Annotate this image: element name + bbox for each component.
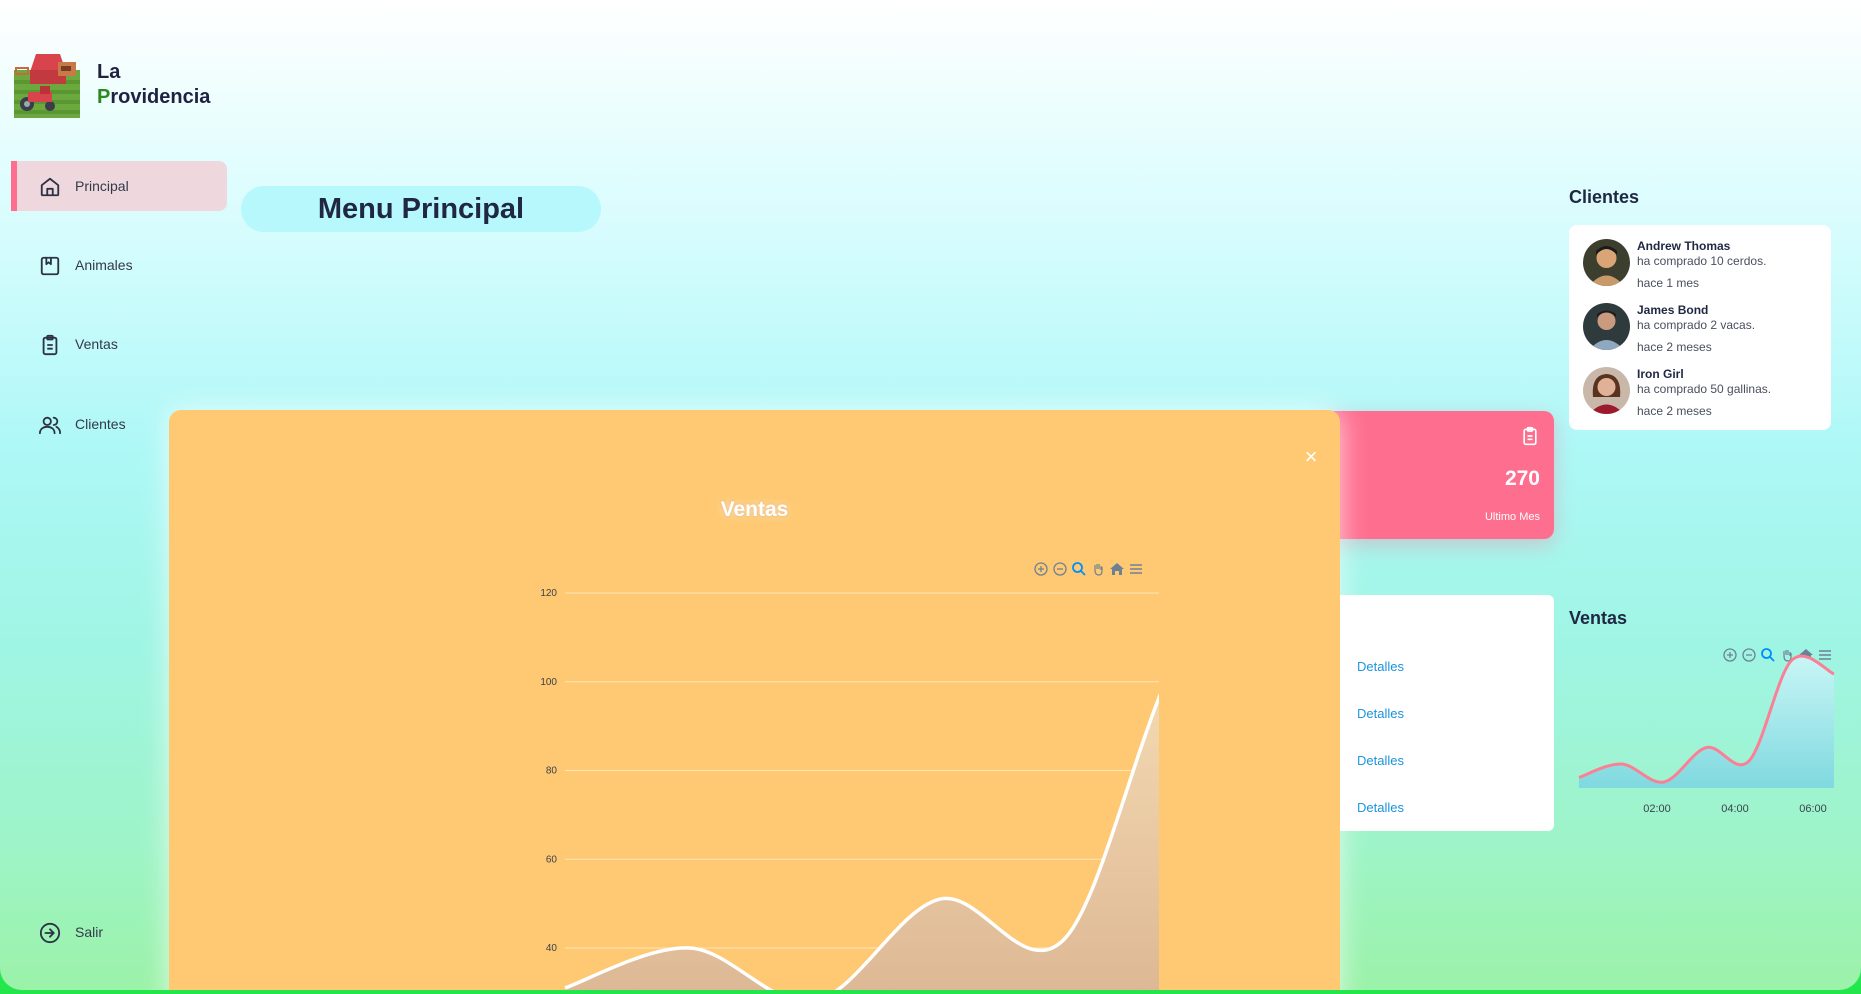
modal-title: Ventas bbox=[720, 498, 789, 521]
logout-label: Salir bbox=[75, 924, 104, 940]
sales-modal: × Ventas 40 60 80 100 120 bbox=[169, 410, 1340, 990]
details-link[interactable]: Detalles bbox=[1357, 706, 1404, 721]
client-item[interactable]: James Bond ha comprado 2 vacas. hace 2 m… bbox=[1583, 303, 1823, 359]
series-area bbox=[565, 697, 1159, 990]
sales-area-chart: 40 60 80 100 120 bbox=[540, 588, 1159, 990]
client-name: James Bond bbox=[1637, 303, 1709, 317]
brand-rest: rovidencia bbox=[110, 86, 211, 108]
avatar bbox=[1583, 367, 1630, 414]
details-link[interactable]: Detalles bbox=[1357, 800, 1404, 815]
client-item[interactable]: Andrew Thomas ha comprado 10 cerdos. hac… bbox=[1583, 239, 1823, 295]
details-link[interactable]: Detalles bbox=[1357, 753, 1404, 768]
sidebar-item-label: Animales bbox=[75, 257, 133, 273]
mini-series-area bbox=[1579, 656, 1834, 788]
sidebar-item-label: Ventas bbox=[75, 336, 118, 352]
client-name: Iron Girl bbox=[1637, 367, 1684, 381]
bookmark-box-icon bbox=[40, 256, 60, 276]
home-icon bbox=[40, 177, 60, 197]
x-tick-label: 02:00 bbox=[1643, 803, 1671, 815]
x-tick-label: 04:00 bbox=[1721, 803, 1749, 815]
brand-initial: P bbox=[97, 86, 111, 108]
grid-lines bbox=[565, 592, 1159, 949]
close-icon[interactable]: × bbox=[1303, 446, 1319, 468]
mini-sales-heading: Ventas bbox=[1569, 608, 1628, 628]
clipboard-icon bbox=[1523, 426, 1537, 446]
client-time: hace 1 mes bbox=[1637, 276, 1700, 290]
client-activity: ha comprado 50 gallinas. bbox=[1637, 382, 1772, 396]
client-activity: ha comprado 10 cerdos. bbox=[1637, 254, 1767, 268]
page-title: Menu Principal bbox=[317, 193, 525, 225]
brand-line2: Providencia bbox=[97, 85, 210, 110]
brand-line1: La bbox=[97, 61, 121, 83]
sidebar-item-animales[interactable]: Animales bbox=[11, 240, 227, 290]
clients-heading: Clientes bbox=[1569, 187, 1640, 207]
logout-icon bbox=[39, 922, 61, 944]
client-time: hace 2 meses bbox=[1637, 404, 1712, 418]
y-tick-label: 40 bbox=[546, 943, 558, 954]
avatar bbox=[1583, 303, 1630, 350]
y-axis-labels: 40 60 80 100 120 bbox=[540, 588, 557, 954]
client-name: Andrew Thomas bbox=[1637, 239, 1731, 253]
y-tick-label: 60 bbox=[546, 854, 558, 865]
brand-name: La Providencia bbox=[97, 60, 210, 110]
users-icon bbox=[39, 416, 61, 435]
orders-card: Detalles Detalles Detalles Detalles bbox=[1320, 595, 1554, 831]
farm-logo bbox=[14, 54, 80, 118]
y-tick-label: 80 bbox=[546, 766, 558, 777]
clients-card: Andrew Thomas ha comprado 10 cerdos. hac… bbox=[1569, 225, 1831, 430]
avatar bbox=[1583, 239, 1630, 286]
client-activity: ha comprado 2 vacas. bbox=[1637, 318, 1756, 332]
client-time: hace 2 meses bbox=[1637, 340, 1712, 354]
y-tick-label: 120 bbox=[540, 588, 557, 599]
details-link[interactable]: Detalles bbox=[1357, 659, 1404, 674]
sidebar-item-ventas[interactable]: Ventas bbox=[11, 319, 227, 369]
mini-sales-chart: 02:00 04:00 06:00 bbox=[1578, 654, 1835, 815]
clipboard-icon bbox=[42, 334, 58, 356]
x-tick-label: 06:00 bbox=[1799, 803, 1827, 815]
sidebar-item-principal[interactable]: Principal bbox=[11, 161, 227, 211]
stat-value: 270 bbox=[1504, 467, 1540, 490]
stat-label: Ultimo Mes bbox=[1484, 511, 1540, 523]
sidebar-item-label: Principal bbox=[75, 178, 129, 194]
app-window: La Providencia Principal Animales Ventas… bbox=[0, 0, 1861, 990]
y-tick-label: 100 bbox=[540, 677, 557, 688]
sales-stat-card: 270 Ultimo Mes bbox=[1320, 411, 1554, 539]
sidebar-item-label: Clientes bbox=[75, 416, 126, 432]
client-item[interactable]: Iron Girl ha comprado 50 gallinas. hace … bbox=[1583, 367, 1823, 423]
